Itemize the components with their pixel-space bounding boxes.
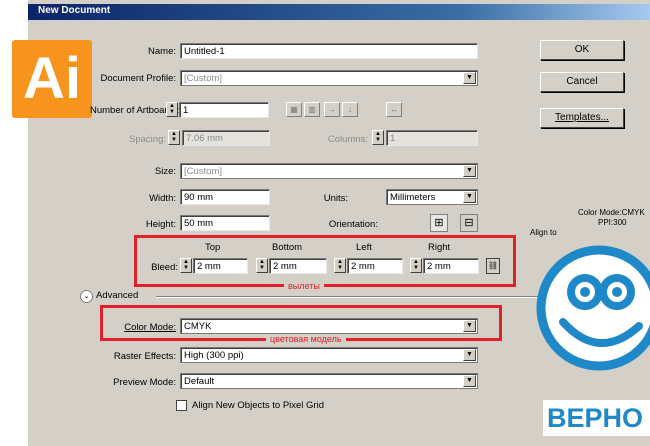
bleed-bottom-label: Bottom [272,242,303,253]
preview-mode-value: Default [184,376,215,387]
bleed-top-label: Top [205,242,221,253]
artboards-stepper[interactable]: ▲ ▼ [166,102,178,117]
arrange-by-row-icon[interactable]: → [324,102,340,117]
profile-label: Document Profile: [100,73,176,84]
watermark-text: ВЕРНО [547,403,644,433]
link-bleed-icon[interactable]: ⛓ [486,258,500,274]
cancel-button[interactable]: Cancel [540,72,624,92]
bleed-left-label: Left [356,242,372,253]
units-label: Units: [323,193,348,204]
size-value: [Custom] [184,166,223,177]
align-pixel-grid-checkbox[interactable] [176,400,187,411]
spacing-label: Spacing: [129,134,166,145]
raster-effects-value: High (300 ppi) [184,350,244,361]
smiley-icon [536,245,650,371]
expand-icon[interactable]: ⌄ [80,290,93,303]
name-label: Name: [148,46,176,57]
grid-by-row-icon[interactable]: ▦ [286,102,302,117]
bleed-right-label: Right [428,242,451,253]
spacing-stepper[interactable]: ▲ ▼ [168,130,180,145]
spacing-input[interactable]: 7.06 mm [182,130,270,146]
columns-label: Columns: [327,134,368,145]
name-input[interactable]: Untitled-1 [180,43,478,59]
dialog-title: New Document [38,5,111,16]
bleed-left-stepper[interactable]: ▲ ▼ [334,258,346,273]
smiley-logo [527,240,650,400]
chevron-down-icon: ▼ [463,72,476,84]
profile-select[interactable]: [Custom] ▼ [180,70,478,86]
arrange-by-column-icon[interactable]: ↓ [342,102,358,117]
bleed-top-stepper[interactable]: ▲ ▼ [180,258,192,273]
templates-button[interactable]: Templates... [540,108,624,128]
align-pixel-grid-label: Align New Objects to Pixel Grid [192,400,324,411]
profile-value: [Custom] [184,73,223,84]
columns-input[interactable]: 1 [386,130,478,146]
width-label: Width: [149,193,176,204]
color-mode-label: Color Mode: [124,322,176,333]
right-to-left-icon[interactable]: ↔ [386,102,402,117]
chevron-down-icon: ▼ [463,191,476,203]
bleed-bottom-stepper[interactable]: ▲ ▼ [256,258,268,273]
color-mode-annotation: цветовая модель [266,334,346,344]
bleed-top-input[interactable]: 2 mm [193,258,248,274]
height-input[interactable]: 50 mm [180,215,270,231]
chevron-down-icon: ▼ [463,349,476,361]
orientation-label: Orientation: [328,219,378,230]
size-select[interactable]: [Custom] ▼ [180,163,478,179]
chevron-down-icon: ▼ [463,375,476,387]
artboards-label: Number of Artboards: [90,105,181,116]
raster-effects-select[interactable]: High (300 ppi) ▼ [180,347,478,363]
portrait-icon[interactable]: ⊞ [430,214,448,232]
info-color-mode: Color Mode:CMYK [578,208,645,217]
title-bar [28,4,650,20]
ok-button[interactable]: OK [540,40,624,60]
bleed-right-input[interactable]: 2 mm [423,258,479,274]
columns-stepper[interactable]: ▲ ▼ [372,130,384,145]
width-input[interactable]: 90 mm [180,189,270,205]
bleed-annotation: вылеты [284,281,324,291]
bleed-left-input[interactable]: 2 mm [347,258,403,274]
bleed-bottom-input[interactable]: 2 mm [269,258,327,274]
advanced-label: Advanced [96,290,139,301]
units-select[interactable]: Millimeters ▼ [386,189,478,205]
raster-effects-label: Raster Effects: [113,351,176,362]
bleed-right-stepper[interactable]: ▲ ▼ [410,258,422,273]
preview-mode-label: Preview Mode: [113,377,176,388]
color-mode-value: CMYK [184,321,212,332]
illustrator-logo: Ai [12,40,92,118]
color-mode-select[interactable]: CMYK ▼ [180,318,478,334]
grid-by-column-icon[interactable]: ▥ [304,102,320,117]
info-align: Align to [530,228,557,237]
height-label: Height: [145,219,176,230]
artboards-input[interactable]: 1 [179,102,269,118]
units-value: Millimeters [390,192,436,203]
illustrator-logo-text: Ai [23,46,81,111]
watermark-box: ВЕРНО [543,400,650,436]
preview-mode-select[interactable]: Default ▼ [180,373,478,389]
size-label: Size: [154,166,176,177]
chevron-down-icon: ▼ [463,165,476,177]
landscape-icon[interactable]: ⊟ [460,214,478,232]
info-ppi: PPI:300 [598,218,627,227]
bleed-label: Bleed: [151,262,178,273]
chevron-down-icon: ▼ [463,320,476,332]
